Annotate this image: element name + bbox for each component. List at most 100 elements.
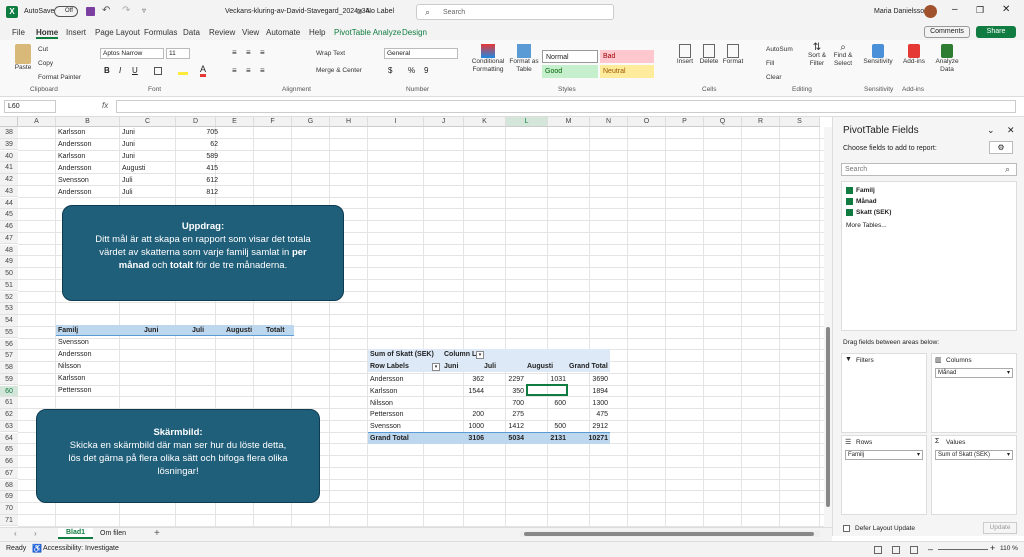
tab-pivottable-analyze[interactable]: PivotTable Analyze bbox=[334, 28, 401, 37]
accessibility-status[interactable]: Accessibility: Investigate bbox=[43, 545, 119, 552]
column-filter-dropdown-icon[interactable]: ▾ bbox=[476, 351, 484, 359]
report-header-augusti[interactable]: Augusti bbox=[226, 325, 252, 336]
comma-icon[interactable]: 9 bbox=[424, 66, 428, 75]
sheet-tab-blad1[interactable]: Blad1 bbox=[58, 528, 94, 539]
row-header[interactable]: 71 bbox=[0, 514, 18, 527]
prev-sheet-icon[interactable]: ‹ bbox=[14, 529, 17, 538]
row-header[interactable]: 40 bbox=[0, 150, 18, 163]
screenshot-callout[interactable]: Skärmbild: Skicka en skärmbild där man s… bbox=[36, 409, 320, 503]
style-normal[interactable]: Normal bbox=[542, 50, 598, 63]
avatar[interactable] bbox=[924, 5, 937, 18]
redo-icon[interactable]: ↷ bbox=[122, 5, 130, 16]
undo-icon[interactable]: ↶ bbox=[102, 5, 110, 16]
pivot-row-label[interactable]: Nilsson bbox=[370, 398, 393, 409]
pivot-row-label[interactable]: Svensson bbox=[370, 421, 401, 432]
pivot-value-cell[interactable]: 1412 bbox=[488, 421, 524, 432]
pivot-value-cell[interactable]: 700 bbox=[488, 398, 524, 409]
sort-filter-button[interactable]: ⇅ Sort & Filter bbox=[804, 43, 830, 68]
zoom-out-icon[interactable]: – bbox=[928, 544, 933, 554]
pivot-total-value[interactable]: 2131 bbox=[530, 433, 566, 444]
report-family[interactable]: Andersson bbox=[58, 349, 91, 360]
cell-month[interactable]: Juli bbox=[122, 187, 133, 198]
pivot-value-cell[interactable]: 3690 bbox=[572, 374, 608, 385]
fill-button[interactable]: Fill bbox=[766, 60, 774, 68]
customize-qat-icon[interactable]: ▿ bbox=[142, 6, 146, 15]
row-header[interactable]: 56 bbox=[0, 338, 18, 351]
row-header[interactable]: 50 bbox=[0, 268, 18, 280]
field-item-familj[interactable]: Familj bbox=[846, 187, 875, 194]
save-icon[interactable] bbox=[86, 7, 95, 16]
cell-value[interactable]: 415 bbox=[180, 163, 218, 174]
row-header[interactable]: 57 bbox=[0, 350, 18, 362]
pivot-total-value[interactable]: 10271 bbox=[572, 433, 608, 444]
report-family[interactable]: Svensson bbox=[58, 337, 89, 348]
zoom-level[interactable]: 110 % bbox=[1000, 545, 1018, 552]
align-right-icon[interactable]: ≡ bbox=[260, 66, 265, 75]
row-header[interactable]: 61 bbox=[0, 397, 18, 409]
column-header[interactable]: J bbox=[424, 117, 464, 127]
row-header[interactable]: 38 bbox=[0, 127, 18, 139]
insert-cells-button[interactable]: Insert bbox=[674, 44, 696, 66]
row-header[interactable]: 69 bbox=[0, 491, 18, 503]
style-good[interactable]: Good bbox=[542, 65, 598, 78]
pivot-value-cell[interactable] bbox=[448, 398, 484, 409]
report-header-totalt[interactable]: Totalt bbox=[266, 325, 285, 336]
row-header[interactable]: 67 bbox=[0, 467, 18, 480]
tab-design[interactable]: Design bbox=[402, 28, 427, 37]
cell-value[interactable]: 812 bbox=[180, 187, 218, 198]
pivot-value-cell[interactable]: 1000 bbox=[448, 421, 484, 432]
pivot-month-header[interactable]: Juni bbox=[444, 361, 458, 372]
field-item-manad[interactable]: Månad bbox=[846, 198, 877, 205]
values-field-chip[interactable]: Sum of Skatt (SEK) ▾ bbox=[935, 450, 1013, 460]
worksheet-grid[interactable]: ABCDEFGHIJKLMNOPQRS 38 39 40 41 42 43 44 45 46 47… bbox=[0, 117, 832, 527]
pivot-total-value[interactable]: 3106 bbox=[448, 433, 484, 444]
update-button[interactable]: Update bbox=[983, 522, 1017, 534]
row-header[interactable]: 65 bbox=[0, 444, 18, 456]
zoom-slider[interactable] bbox=[938, 549, 988, 550]
addins-button[interactable]: Add-ins bbox=[900, 44, 928, 66]
row-header[interactable]: 47 bbox=[0, 232, 18, 245]
cell-value[interactable]: 612 bbox=[180, 175, 218, 186]
columns-field-chip[interactable]: Månad ▾ bbox=[935, 368, 1013, 378]
search-box[interactable]: ⌕ Search bbox=[416, 4, 614, 20]
column-header[interactable]: L bbox=[506, 117, 548, 127]
pivot-row-label[interactable]: Pettersson bbox=[370, 409, 403, 420]
column-header[interactable]: I bbox=[368, 117, 424, 127]
row-header[interactable]: 58 bbox=[0, 362, 18, 374]
cell-month[interactable]: Juni bbox=[122, 151, 135, 162]
font-color-icon[interactable]: A bbox=[200, 65, 207, 77]
row-header[interactable]: 42 bbox=[0, 174, 18, 186]
report-family[interactable]: Karlsson bbox=[58, 373, 85, 384]
row-header[interactable]: 66 bbox=[0, 456, 18, 468]
tab-formulas[interactable]: Formulas bbox=[144, 28, 177, 37]
tab-home[interactable]: Home bbox=[36, 28, 59, 39]
align-middle-icon[interactable]: ≡ bbox=[246, 48, 251, 57]
vertical-scrollbar[interactable] bbox=[824, 127, 832, 527]
row-header[interactable]: 59 bbox=[0, 373, 18, 386]
fill-color-icon[interactable] bbox=[178, 66, 188, 75]
pivot-row-label[interactable]: Andersson bbox=[370, 374, 403, 385]
column-header[interactable]: O bbox=[628, 117, 666, 127]
cell-name[interactable]: Andersson bbox=[58, 139, 91, 150]
row-header[interactable]: 63 bbox=[0, 420, 18, 433]
area-values[interactable]: Σ Values Sum of Skatt (SEK) ▾ bbox=[931, 435, 1017, 515]
pivot-value-cell[interactable]: 2912 bbox=[572, 421, 608, 432]
row-header[interactable]: 68 bbox=[0, 479, 18, 492]
fx-icon[interactable]: fx bbox=[102, 101, 108, 110]
pivot-grand-total-header[interactable]: Grand Total bbox=[569, 361, 608, 372]
row-header[interactable]: 64 bbox=[0, 432, 18, 445]
minimize-icon[interactable]: – bbox=[952, 4, 958, 15]
sensitivity-label-icon[interactable]: ⊘ bbox=[356, 7, 363, 16]
column-header[interactable]: N bbox=[590, 117, 628, 127]
horizontal-scrollbar-thumb[interactable] bbox=[524, 532, 814, 536]
page-layout-view-icon[interactable] bbox=[892, 546, 900, 554]
row-header[interactable]: 46 bbox=[0, 221, 18, 233]
pivot-value-cell[interactable]: 200 bbox=[448, 409, 484, 420]
format-painter-button[interactable]: Format Painter bbox=[38, 74, 81, 82]
add-sheet-icon[interactable]: + bbox=[154, 528, 160, 539]
accessibility-icon[interactable]: ♿ bbox=[32, 544, 42, 553]
row-header[interactable]: 51 bbox=[0, 279, 18, 292]
percent-icon[interactable]: % bbox=[408, 66, 415, 75]
comments-button[interactable]: Comments bbox=[924, 26, 970, 38]
cut-button[interactable]: Cut bbox=[38, 46, 48, 54]
